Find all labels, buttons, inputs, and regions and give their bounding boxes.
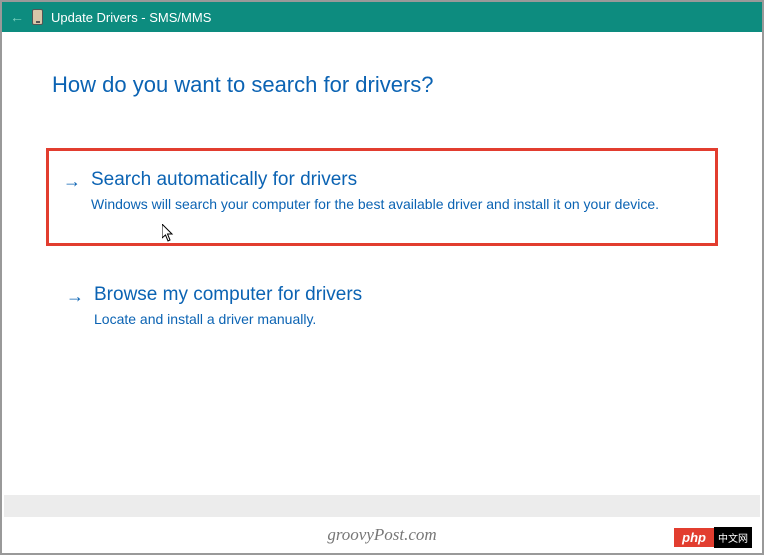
- window-title: Update Drivers - SMS/MMS: [51, 10, 211, 25]
- badge-right: 中文网: [714, 527, 752, 548]
- arrow-right-icon: →: [66, 286, 84, 307]
- site-badge: php 中文网: [674, 527, 752, 548]
- arrow-right-icon: →: [63, 171, 81, 192]
- watermark: groovyPost.com: [2, 525, 762, 545]
- option-browse-computer[interactable]: → Browse my computer for drivers Locate …: [52, 272, 712, 342]
- option-description: Locate and install a driver manually.: [94, 310, 698, 330]
- option-search-automatically[interactable]: → Search automatically for drivers Windo…: [46, 148, 718, 246]
- dialog-content: How do you want to search for drivers? →…: [2, 32, 762, 387]
- back-arrow-icon[interactable]: ←: [10, 9, 24, 25]
- option-description: Windows will search your computer for th…: [91, 195, 701, 215]
- dialog-heading: How do you want to search for drivers?: [52, 72, 712, 98]
- device-icon: [32, 9, 43, 25]
- badge-left: php: [674, 528, 714, 547]
- titlebar: ← Update Drivers - SMS/MMS: [2, 2, 762, 32]
- option-title: Search automatically for drivers: [91, 169, 701, 191]
- footer-bar: [4, 495, 760, 517]
- option-title: Browse my computer for drivers: [94, 284, 698, 306]
